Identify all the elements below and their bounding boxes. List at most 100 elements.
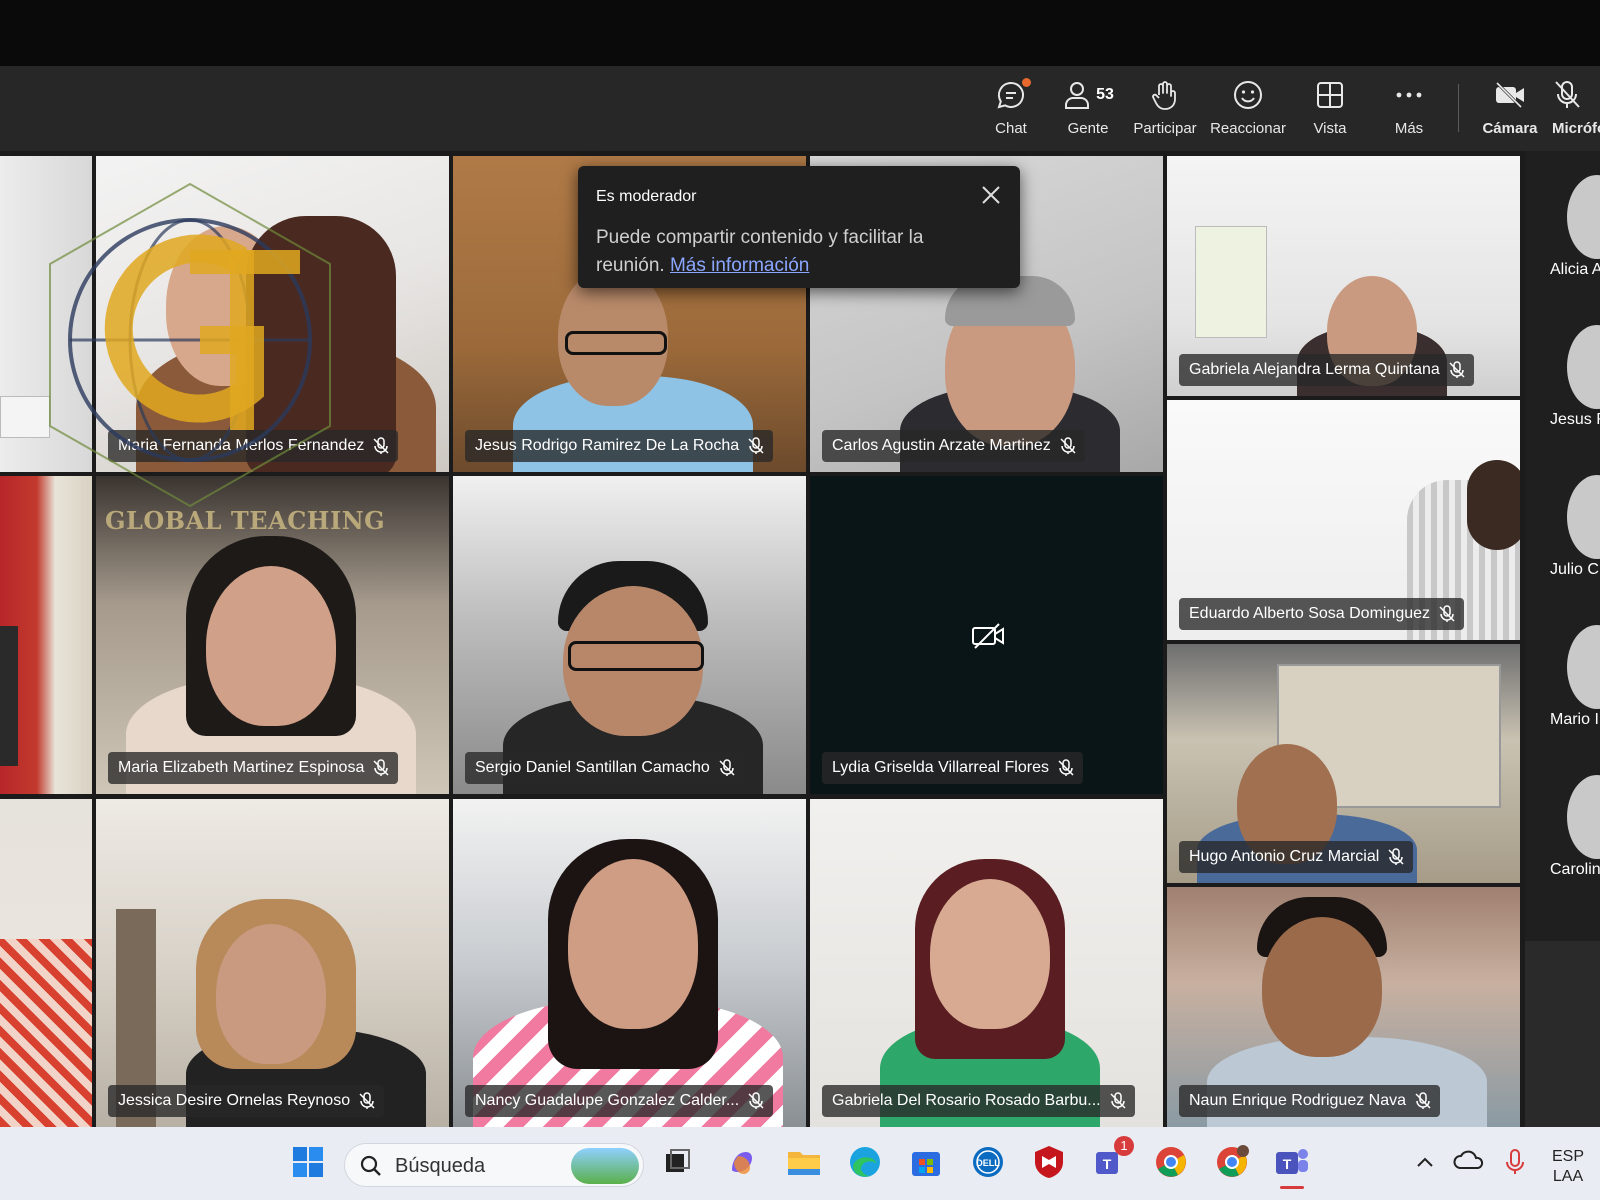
copilot-icon[interactable] [722,1142,762,1182]
video-tile[interactable]: Sergio Daniel Santillan Camacho [453,476,806,794]
avatar [1567,175,1600,259]
chevron-up-icon[interactable] [1410,1142,1450,1182]
view-button[interactable]: Vista [1292,76,1368,144]
tooltip-title: Es moderador [596,188,697,205]
edge-browser-icon[interactable] [845,1142,885,1182]
mic-muted-icon [1448,361,1466,384]
mic-label: Micrófono [1552,120,1600,137]
participant-name: Lydia Griselda Villarreal Flores [832,759,1049,776]
keyboard-layout-code: LAA [1552,1168,1584,1185]
rail-participant[interactable]: Mario I [1525,601,1600,751]
mic-muted-icon [1059,437,1077,460]
svg-text:DELL: DELL [976,1158,1000,1168]
video-tile[interactable]: Nancy Guadalupe Gonzalez Calder... [453,799,806,1127]
camera-label: Cámara [1482,120,1538,137]
chrome-icon[interactable] [1151,1142,1191,1182]
mic-muted-icon [372,437,390,460]
svg-text:T: T [1283,1156,1292,1172]
participant-name-pill: Naun Enrique Rodriguez Nava [1179,1085,1441,1117]
dell-icon[interactable]: DELL [968,1142,1008,1182]
chat-notification-dot [1022,78,1031,87]
ms-store-icon[interactable] [906,1142,946,1182]
avatar [1567,775,1600,859]
participant-name: Jessica Desire Ornelas Reynoso [118,1092,351,1109]
more-button[interactable]: Más [1371,76,1447,144]
mic-muted-icon [1109,1092,1127,1115]
rail-participant-name: Jesus R [1550,411,1600,428]
mic-muted-icon [747,1092,765,1115]
chat-button[interactable]: Chat [973,76,1049,144]
search-highlight-icon [571,1148,639,1184]
participant-name-pill: Hugo Antonio Cruz Marcial [1179,841,1414,873]
participant-name-pill: Carlos Agustin Arzate Martinez [822,430,1085,462]
onedrive-cloud-icon[interactable] [1452,1142,1492,1182]
camera-button[interactable]: Cámara [1472,76,1548,144]
moderator-tooltip: Es moderador Puede compartir contenido y… [578,166,1020,288]
windows-start-icon[interactable] [288,1142,328,1182]
mcafee-icon[interactable] [1029,1142,1069,1182]
participant-name: Gabriela Alejandra Lerma Quintana [1189,361,1440,378]
participant-name-pill: Gabriela Del Rosario Rosado Barbu... [822,1085,1135,1117]
language-code: ESP [1552,1148,1585,1165]
video-tile[interactable]: Gabriela Alejandra Lerma Quintana [1167,156,1520,396]
people-button[interactable]: 53 Gente [1050,76,1126,144]
video-tile-camera-off[interactable]: Lydia Griselda Villarreal Flores [810,476,1163,794]
toolbar-divider [1458,84,1459,132]
video-tile[interactable]: Naun Enrique Rodriguez Nava [1167,887,1520,1127]
participant-name: Nancy Guadalupe Gonzalez Calder... [475,1092,740,1109]
people-count: 53 [1096,86,1114,103]
participant-name: Sergio Daniel Santillan Camacho [475,759,710,776]
language-indicator[interactable]: ESP LAA [1552,1147,1584,1187]
rail-participant[interactable]: Jesus R [1525,301,1600,451]
task-view-icon[interactable] [658,1142,698,1182]
react-button[interactable]: Reaccionar [1210,76,1286,144]
rail-participant[interactable]: Julio C [1525,451,1600,601]
video-tile[interactable]: Jessica Desire Ornelas Reynoso [96,799,449,1127]
rail-participant-name: Julio C [1550,561,1599,578]
chrome-profile-icon[interactable] [1212,1142,1252,1182]
rail-participant[interactable]: Alicia A [1525,151,1600,301]
more-label: Más [1394,120,1424,137]
rail-participant-name: Alicia A [1550,261,1600,278]
file-explorer-icon[interactable] [784,1142,824,1182]
participant-name-pill: Jessica Desire Ornelas Reynoso [108,1085,385,1117]
participant-name: Naun Enrique Rodriguez Nava [1189,1092,1407,1109]
avatar [1567,625,1600,709]
video-tile-partial[interactable] [0,799,92,1127]
raise-hand-button[interactable]: Participar [1127,76,1203,144]
rail-participant[interactable]: Carolin [1525,751,1600,901]
mic-muted-icon [747,437,765,460]
chat-label: Chat [995,120,1027,137]
video-tile[interactable]: Hugo Antonio Cruz Marcial [1167,644,1520,883]
mic-off-icon [1552,76,1582,114]
more-icon [1394,76,1424,114]
participant-name: Hugo Antonio Cruz Marcial [1189,848,1380,865]
taskbar: Búsqueda DELL T 1 T ESP LAA [0,1127,1600,1200]
tooltip-body: Puede compartir contenido y facilitar la… [596,224,956,280]
participant-name-pill: Jesus Rodrigo Ramirez De La Rocha [465,430,774,462]
taskbar-search[interactable]: Búsqueda [344,1143,644,1187]
microphone-icon[interactable] [1500,1142,1540,1182]
mic-muted-icon [358,1092,376,1115]
teams-icon[interactable]: T [1272,1142,1312,1189]
mic-muted-icon [372,759,390,782]
close-icon[interactable] [980,184,1002,206]
mic-muted-icon [1438,605,1456,628]
avatar [1567,475,1600,559]
teams-classic-icon[interactable]: T 1 [1090,1136,1134,1182]
grid-view-icon [1315,76,1345,114]
mic-muted-icon [718,759,736,782]
more-info-link[interactable]: Más información [670,255,809,276]
mic-button[interactable]: Micrófono [1552,76,1600,144]
participant-name: Maria Elizabeth Martinez Espinosa [118,759,365,776]
mic-muted-icon [1057,759,1075,782]
meeting-toolbar: Chat 53 Gente Participar Reaccionar Vist… [0,66,1600,151]
watermark-text: GLOBAL TEACHING [105,506,386,535]
rail-participant-name: Mario I [1550,711,1599,728]
rail-participant-name: Carolin [1550,861,1600,878]
video-tile[interactable]: Eduardo Alberto Sosa Dominguez [1167,400,1520,640]
view-label: Vista [1313,120,1347,137]
video-tile-partial[interactable] [0,476,92,794]
global-teaching-logo [40,180,340,510]
video-tile[interactable]: Gabriela Del Rosario Rosado Barbu... [810,799,1163,1127]
